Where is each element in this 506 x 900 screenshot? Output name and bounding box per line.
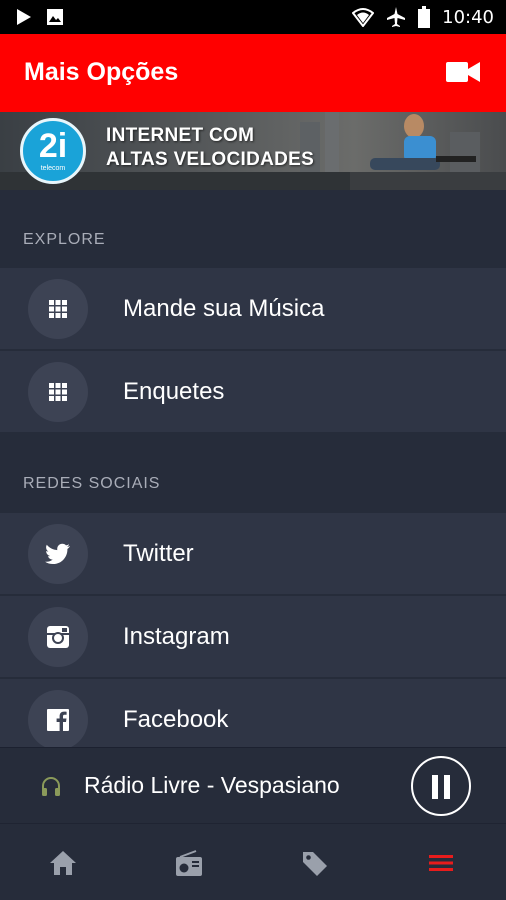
banner-headline: INTERNET COM ALTAS VELOCIDADES <box>106 125 315 170</box>
twitter-icon <box>45 543 70 564</box>
menu-item-label: Mande sua Música <box>123 295 325 322</box>
menu-item-label: Instagram <box>123 623 230 650</box>
tag-icon <box>303 852 327 876</box>
facebook-icon <box>47 709 69 731</box>
pause-icon[interactable] <box>411 756 471 816</box>
clock: 10:40 <box>442 6 494 28</box>
ad-banner[interactable]: 2i telecom INTERNET COM ALTAS VELOCIDADE… <box>0 112 506 190</box>
banner-logo: 2i telecom <box>20 118 86 184</box>
app-bar: Mais Opções <box>0 34 506 112</box>
section-header-redes-sociais: REDES SOCIAIS <box>0 434 506 512</box>
wifi-icon <box>352 8 375 27</box>
menu-item-label: Twitter <box>123 540 194 567</box>
battery-icon <box>418 6 431 28</box>
nav-promotions[interactable] <box>252 824 378 900</box>
menu-item-instagram[interactable]: Instagram <box>0 596 506 678</box>
image-icon <box>47 9 63 25</box>
menu-item-twitter[interactable]: Twitter <box>0 513 506 595</box>
nav-radio[interactable] <box>126 824 252 900</box>
page-title: Mais Opções <box>24 58 179 86</box>
play-icon <box>17 9 31 25</box>
icon-circle <box>28 690 88 750</box>
grid-icon <box>49 383 67 401</box>
nav-home[interactable] <box>0 824 126 900</box>
icon-circle <box>28 524 88 584</box>
menu-icon <box>429 855 453 871</box>
icon-circle <box>28 607 88 667</box>
video-camera-icon[interactable] <box>446 60 480 84</box>
bottom-navigation <box>0 823 506 900</box>
instagram-icon <box>47 626 69 648</box>
section-header-explore: EXPLORE <box>0 190 506 268</box>
icon-circle <box>28 362 88 422</box>
nav-menu[interactable] <box>378 824 504 900</box>
airplane-icon <box>387 7 406 27</box>
station-name: Rádio Livre - Vespasiano <box>84 772 340 798</box>
menu-item-mande-sua-musica[interactable]: Mande sua Música <box>0 268 506 350</box>
menu-item-label: Enquetes <box>123 378 225 405</box>
menu-item-label: Facebook <box>123 706 229 733</box>
icon-circle <box>28 279 88 339</box>
home-icon <box>50 851 76 875</box>
headphones-icon <box>42 777 60 796</box>
grid-icon <box>49 300 67 318</box>
now-playing-bar[interactable]: Rádio Livre - Vespasiano <box>0 747 506 823</box>
menu-item-enquetes[interactable]: Enquetes <box>0 351 506 433</box>
radio-icon <box>176 850 202 876</box>
status-bar: 10:40 <box>0 0 506 34</box>
banner-person-image <box>350 114 506 190</box>
